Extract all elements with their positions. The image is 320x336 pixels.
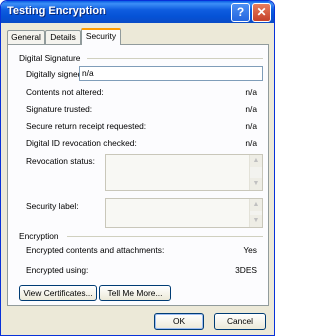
title-bar[interactable]: Testing Encryption ? ✕ — [1, 1, 274, 23]
signed-by-field[interactable]: n/a — [79, 66, 263, 81]
tab-details[interactable]: Details — [45, 30, 81, 44]
signature-trusted-value: n/a — [245, 104, 257, 114]
dialog-window: Testing Encryption ? ✕ General Details S… — [0, 0, 275, 336]
digital-signature-divider — [87, 58, 263, 59]
scroll-down-icon[interactable]: ▼ — [250, 178, 262, 190]
revocation-status-scrollbar[interactable]: ▲ ▼ — [249, 155, 262, 190]
tab-general[interactable]: General — [7, 30, 45, 44]
cancel-button[interactable]: Cancel — [214, 313, 266, 330]
scroll-down-icon[interactable]: ▼ — [250, 215, 262, 227]
encryption-divider — [67, 236, 263, 237]
revocation-status-label: Revocation status: — [26, 156, 95, 166]
close-button[interactable]: ✕ — [252, 3, 271, 22]
security-label-box[interactable]: ▲ ▼ — [105, 198, 263, 228]
tab-security[interactable]: Security — [81, 28, 121, 45]
view-certificates-button[interactable]: View Certificates... — [19, 285, 97, 301]
contents-not-altered-value: n/a — [245, 87, 257, 97]
security-label-scrollbar[interactable]: ▲ ▼ — [249, 199, 262, 227]
encrypted-using-value: 3DES — [235, 265, 257, 275]
scroll-up-icon[interactable]: ▲ — [250, 155, 262, 167]
window-title: Testing Encryption — [7, 5, 106, 17]
secure-receipt-label: Secure return receipt requested: — [26, 121, 147, 131]
ok-button[interactable]: OK — [154, 313, 204, 330]
digital-signature-group-label: Digital Signature — [19, 53, 81, 63]
encrypted-contents-value: Yes — [243, 245, 257, 255]
revocation-status-box[interactable]: ▲ ▼ — [105, 154, 263, 191]
help-button[interactable]: ? — [231, 3, 250, 22]
tell-me-more-button[interactable]: Tell Me More... — [99, 285, 171, 301]
security-label-label: Security label: — [26, 201, 79, 211]
revocation-checked-value: n/a — [245, 138, 257, 148]
signature-trusted-label: Signature trusted: — [26, 104, 93, 114]
encrypted-using-label: Encrypted using: — [26, 265, 89, 275]
encryption-group-label: Encryption — [19, 231, 59, 241]
secure-receipt-value: n/a — [245, 121, 257, 131]
signed-by-value: n/a — [82, 68, 94, 78]
contents-not-altered-label: Contents not altered: — [26, 87, 104, 97]
revocation-checked-label: Digital ID revocation checked: — [26, 138, 137, 148]
encrypted-contents-label: Encrypted contents and attachments: — [26, 245, 165, 255]
scroll-up-icon[interactable]: ▲ — [250, 199, 262, 211]
